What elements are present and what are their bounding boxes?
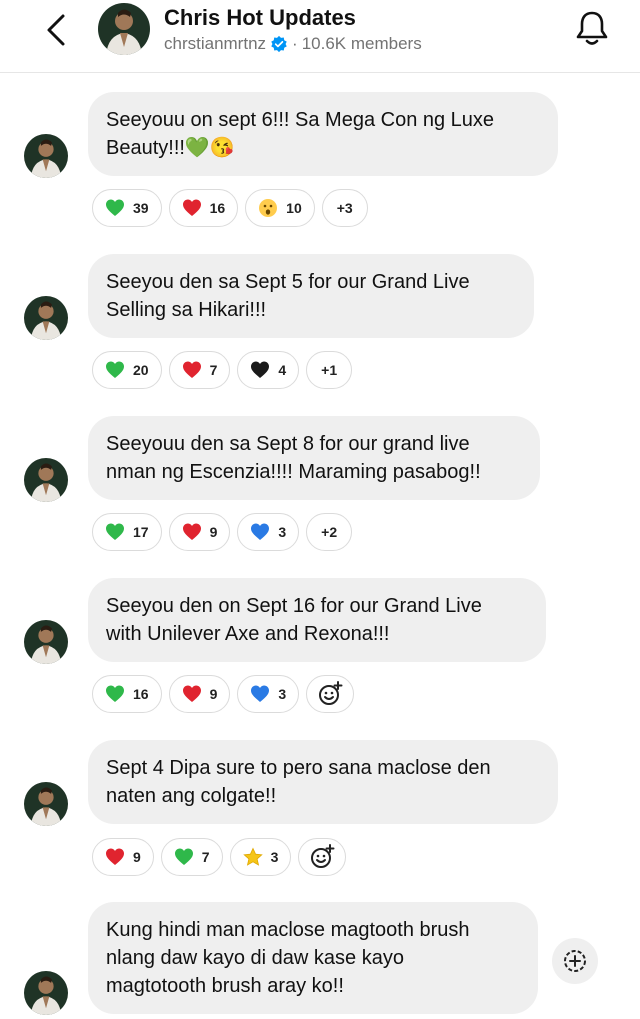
verified-badge-icon: [271, 35, 287, 53]
reaction-count: 4: [278, 362, 287, 378]
reaction-pill[interactable]: 3: [237, 513, 300, 551]
reaction-pill[interactable]: 3: [237, 675, 300, 713]
reaction-row: 17 9 3 +2: [92, 513, 353, 551]
channel-title[interactable]: Chris Hot Updates: [164, 5, 356, 31]
add-reaction-icon: [564, 950, 586, 972]
red-heart-icon: [182, 360, 202, 380]
reaction-count: 10: [286, 200, 302, 216]
reaction-count: 9: [209, 524, 218, 540]
notifications-button[interactable]: [572, 8, 612, 48]
reaction-pill[interactable]: 16: [168, 189, 239, 227]
reaction-pill[interactable]: 39: [92, 189, 162, 227]
reaction-count: 7: [201, 849, 210, 865]
blue-heart-icon: [250, 522, 270, 542]
green-heart-icon: [105, 684, 125, 704]
add-reaction-button[interactable]: [552, 938, 598, 984]
reaction-pill[interactable]: 16: [92, 675, 162, 713]
blue-heart-icon: [250, 684, 270, 704]
add-reaction-icon: [311, 844, 335, 868]
reaction-pill[interactable]: 17: [92, 513, 162, 551]
surprised-face-icon: [258, 198, 278, 218]
red-heart-icon: [182, 684, 202, 704]
reaction-pill[interactable]: 9: [92, 838, 154, 876]
reaction-pill[interactable]: 3: [229, 838, 292, 876]
reaction-pill[interactable]: 20: [92, 351, 162, 389]
message-bubble[interactable]: Seeyou den on Sept 16 for our Grand Live…: [88, 578, 546, 662]
more-reactions-button[interactable]: +3: [321, 189, 368, 227]
add-reaction-button[interactable]: [298, 838, 347, 876]
chevron-left-icon: [47, 14, 65, 46]
sender-avatar[interactable]: [24, 782, 68, 826]
member-count: 10.6K members: [301, 34, 422, 53]
reaction-count: 20: [133, 362, 149, 378]
more-reactions-button[interactable]: +2: [306, 513, 353, 551]
reaction-count: 9: [209, 686, 218, 702]
channel-username: chrstianmrtnz: [164, 34, 267, 53]
reaction-row: 20 7 4 +1: [92, 351, 353, 389]
channel-subtitle: chrstianmrtnz · 10.6K members: [164, 34, 422, 54]
reaction-pill[interactable]: 9: [168, 513, 231, 551]
add-reaction-icon: [319, 681, 343, 705]
sender-avatar[interactable]: [24, 134, 68, 178]
red-heart-icon: [105, 847, 125, 867]
message-bubble[interactable]: Sept 4 Dipa sure to pero sana maclose de…: [88, 740, 558, 824]
message-bubble[interactable]: Seeyouu on sept 6!!! Sa Mega Con ng Luxe…: [88, 92, 558, 176]
black-heart-icon: [250, 360, 270, 380]
green-heart-icon: [174, 847, 194, 867]
sender-avatar[interactable]: [24, 620, 68, 664]
message-bubble[interactable]: Seeyouu den sa Sept 8 for our grand live…: [88, 416, 540, 500]
reaction-pill[interactable]: 7: [160, 838, 223, 876]
sender-avatar[interactable]: [24, 458, 68, 502]
reaction-count: 7: [209, 362, 218, 378]
star-icon: [242, 847, 263, 867]
back-button[interactable]: [36, 10, 76, 50]
reaction-row: 9 7 3: [92, 838, 347, 876]
channel-avatar[interactable]: [98, 3, 150, 55]
channel-header: Chris Hot Updates chrstianmrtnz · 10.6K …: [0, 0, 640, 73]
reaction-count: 17: [133, 524, 149, 540]
more-reactions-button[interactable]: +1: [306, 351, 353, 389]
reaction-count: 39: [133, 200, 149, 216]
add-reaction-button[interactable]: [306, 675, 355, 713]
reaction-pill[interactable]: 4: [237, 351, 300, 389]
bell-icon: [576, 11, 608, 45]
message-bubble[interactable]: Kung hindi man maclose magtooth brush nl…: [88, 902, 538, 1014]
green-heart-icon: [105, 198, 125, 218]
message-bubble[interactable]: Seeyou den sa Sept 5 for our Grand Live …: [88, 254, 534, 338]
reaction-count: 9: [133, 849, 141, 865]
red-heart-icon: [182, 198, 202, 218]
separator-dot: ·: [292, 34, 298, 53]
reaction-pill[interactable]: 9: [168, 675, 231, 713]
red-heart-icon: [182, 522, 202, 542]
reaction-row: 39 16 10 +3: [92, 189, 368, 227]
sender-avatar[interactable]: [24, 296, 68, 340]
reaction-count: 3: [278, 686, 287, 702]
reaction-count: 3: [270, 849, 279, 865]
reaction-count: 3: [278, 524, 287, 540]
green-heart-icon: [105, 360, 125, 380]
reaction-pill[interactable]: 10: [245, 189, 315, 227]
reaction-row: 16 9 3: [92, 675, 355, 713]
reaction-pill[interactable]: 7: [168, 351, 231, 389]
sender-avatar[interactable]: [24, 971, 68, 1015]
green-heart-icon: [105, 522, 125, 542]
reaction-count: 16: [209, 200, 226, 216]
reaction-count: 16: [133, 686, 149, 702]
